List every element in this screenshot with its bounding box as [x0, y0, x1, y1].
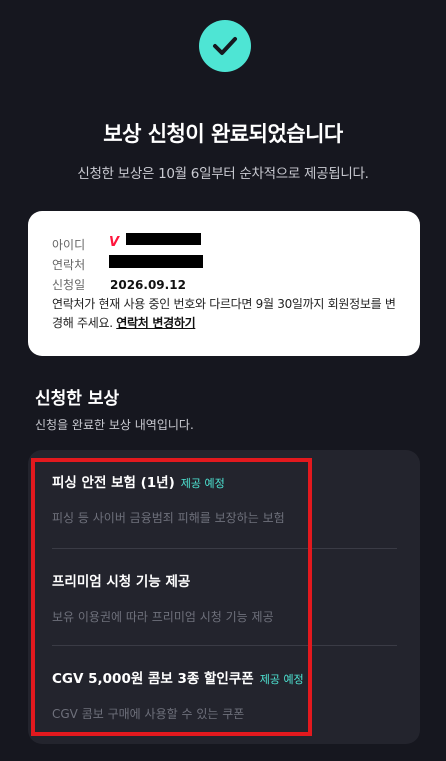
contact-row: 연락처 [52, 256, 110, 273]
reward-desc: CGV 콤보 구매에 사용할 수 있는 쿠폰 [52, 707, 245, 721]
info-card: 아이디 V 연락처 신청일 2026.09.12 연락처가 현재 사용 중인 번호… [28, 211, 420, 356]
page-subtitle: 신청한 보상은 10월 6일부터 순차적으로 제공됩니다. [77, 166, 369, 182]
rewards-title: 신청한 보상 [35, 389, 120, 409]
page-title: 보상 신청이 완료되었습니다 [103, 122, 343, 146]
status-badge: 제공 예정 [259, 673, 304, 686]
reward-desc: 피싱 등 사이버 금융범죄 피해를 보장하는 보험 [52, 511, 285, 525]
notice-text: 연락처가 현재 사용 중인 번호와 다르다면 9월 30일까지 회원정보를 변경… [52, 297, 396, 330]
status-badge: 제공 예정 [180, 477, 225, 490]
rewards-panel: 피싱 안전 보험 (1년) 제공 예정 피싱 등 사이버 금융범죄 피해를 보장하… [28, 450, 420, 744]
contact-label: 연락처 [52, 258, 86, 272]
reward-item: 피싱 안전 보험 (1년) 제공 예정 피싱 등 사이버 금융범죄 피해를 보장하… [52, 471, 397, 526]
id-row: 아이디 [52, 236, 110, 253]
date-label: 신청일 [52, 278, 86, 292]
date-value: 2026.09.12 [110, 278, 186, 292]
reward-title: 프리미엄 시청 기능 제공 [52, 574, 191, 590]
check-icon [199, 20, 251, 72]
reward-title: 피싱 안전 보험 (1년) [52, 475, 175, 491]
date-row: 신청일 2026.09.12 [52, 276, 186, 293]
reward-title: CGV 5,000원 콤보 3종 할인쿠폰 [52, 671, 254, 687]
tving-logo: V [109, 235, 120, 250]
reward-desc: 보유 이용권에 따라 프리미엄 시청 기능 제공 [52, 610, 274, 624]
reward-item: 프리미엄 시청 기능 제공 보유 이용권에 따라 프리미엄 시청 기능 제공 [52, 570, 397, 625]
reward-item: CGV 5,000원 콤보 3종 할인쿠폰 제공 예정 CGV 콤보 구매에 사용… [52, 667, 397, 722]
contact-redacted [109, 255, 203, 268]
rewards-subtitle: 신청을 완료한 보상 내역입니다. [35, 418, 194, 432]
id-redacted [126, 233, 201, 245]
divider [52, 548, 397, 549]
change-contact-link[interactable]: 연락처 변경하기 [116, 316, 195, 330]
id-label: 아이디 [52, 238, 86, 252]
divider [52, 645, 397, 646]
